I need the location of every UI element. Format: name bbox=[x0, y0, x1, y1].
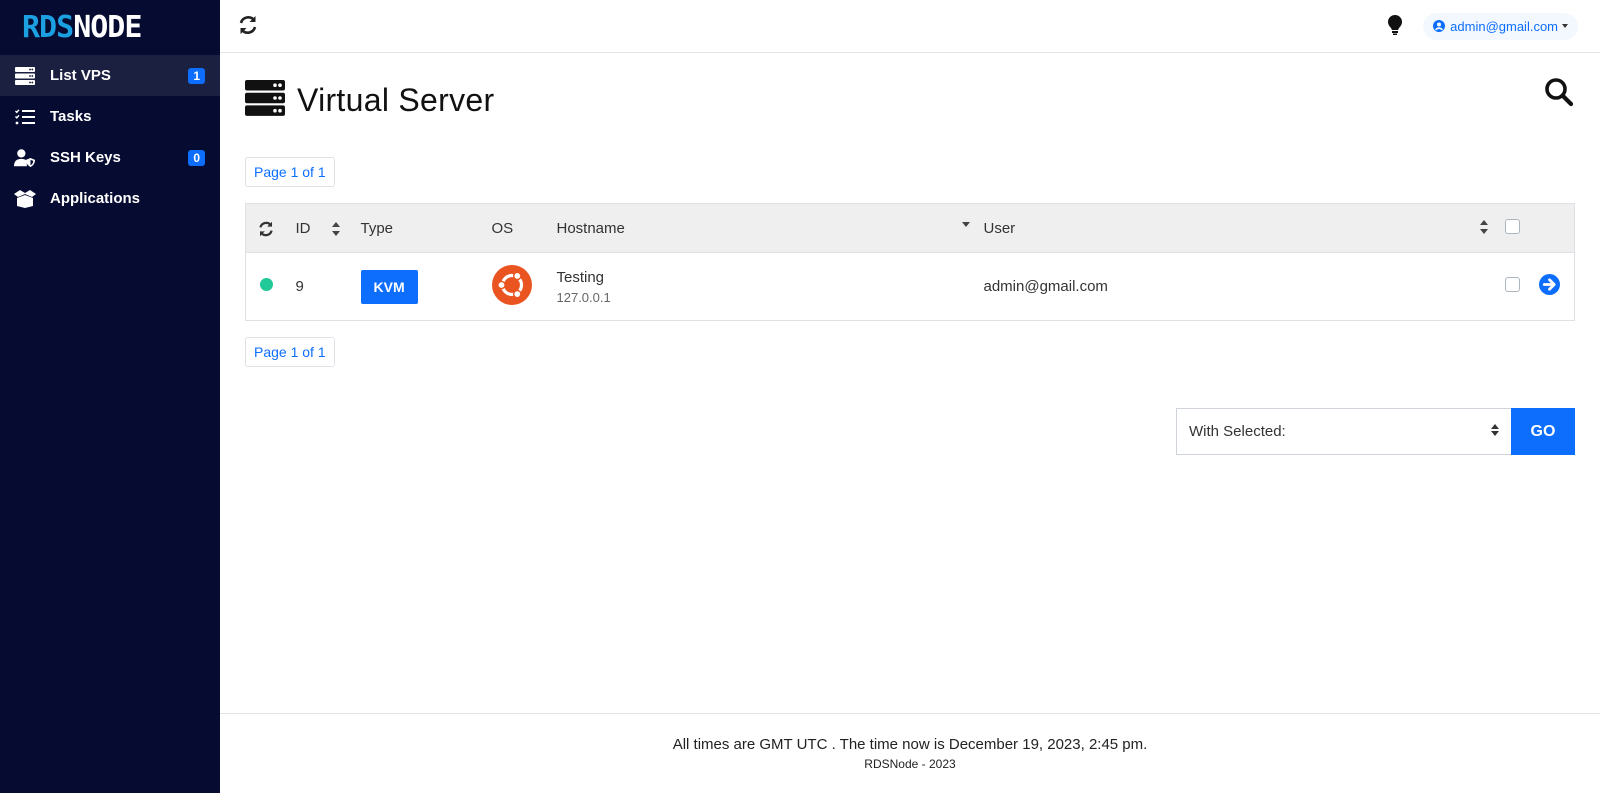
footer-time-notice: All times are GMT UTC . The time now is … bbox=[672, 736, 1148, 753]
logo-part-rds: RDS bbox=[22, 10, 74, 45]
select-arrows-icon bbox=[1491, 423, 1499, 440]
user-email: admin@gmail.com bbox=[1450, 18, 1558, 34]
user-shield-icon bbox=[14, 147, 36, 169]
ssh-keys-count-badge: 0 bbox=[188, 149, 205, 166]
pagination-bottom[interactable]: Page 1 of 1 bbox=[245, 337, 335, 367]
sidebar-item-label: List VPS bbox=[50, 67, 111, 84]
refresh-icon[interactable] bbox=[238, 15, 260, 37]
logo-part-node: NODE bbox=[73, 10, 142, 45]
sidebar-item-label: SSH Keys bbox=[50, 149, 121, 166]
footer-copyright: RDSNode - 2023 bbox=[864, 757, 956, 771]
bulk-action-form: With Selected: GO bbox=[1176, 408, 1575, 455]
vps-count-badge: 1 bbox=[188, 67, 205, 84]
refresh-icon[interactable] bbox=[258, 221, 274, 237]
user-cell: admin@gmail.com bbox=[983, 278, 1108, 295]
sidebar-item-list-vps[interactable]: List VPS 1 bbox=[0, 55, 220, 96]
column-header-type: Type bbox=[360, 203, 492, 253]
column-header-label: OS bbox=[491, 219, 514, 237]
hostname[interactable]: Testing bbox=[557, 269, 984, 286]
select-cell bbox=[1493, 253, 1539, 321]
main-content: Virtual Server Page 1 of 1 ID Type OS Ho… bbox=[245, 53, 1600, 455]
column-header-label: Type bbox=[360, 219, 394, 237]
column-header-label: User bbox=[983, 219, 1016, 237]
footer: All times are GMT UTC . The time now is … bbox=[220, 713, 1600, 793]
column-header-os: OS bbox=[491, 203, 557, 253]
sort-desc-icon[interactable] bbox=[961, 221, 970, 227]
sidebar: RDS NODE List VPS 1 Tasks SSH Keys 0 Appl… bbox=[0, 0, 220, 793]
row-checkbox[interactable] bbox=[1504, 277, 1520, 292]
status-cell bbox=[246, 253, 296, 321]
column-header-hostname[interactable]: Hostname bbox=[556, 203, 984, 253]
sort-icon[interactable] bbox=[331, 221, 341, 236]
table-header-row: ID Type OS Hostname User bbox=[245, 203, 1575, 253]
caret-down-icon bbox=[1562, 24, 1568, 28]
column-header-label: ID bbox=[295, 219, 311, 237]
os-cell bbox=[491, 253, 557, 321]
column-header-user[interactable]: User bbox=[983, 203, 1493, 253]
sidebar-item-ssh-keys[interactable]: SSH Keys 0 bbox=[0, 137, 220, 178]
vps-table: ID Type OS Hostname User 9 KVM Testing 1… bbox=[245, 203, 1575, 321]
lightbulb-icon[interactable] bbox=[1387, 15, 1407, 37]
hostname-cell: Testing 127.0.0.1 bbox=[557, 253, 984, 321]
sidebar-item-tasks[interactable]: Tasks bbox=[0, 96, 220, 137]
page-title: Virtual Server bbox=[297, 81, 495, 118]
logo[interactable]: RDS NODE bbox=[0, 0, 220, 55]
table-row[interactable]: 9 KVM Testing 127.0.0.1 admin@gmail.com bbox=[246, 253, 1575, 321]
type-badge: KVM bbox=[360, 269, 418, 304]
ip-address: 127.0.0.1 bbox=[556, 289, 611, 305]
pagination-top[interactable]: Page 1 of 1 bbox=[245, 157, 335, 187]
arrow-right-circle-icon[interactable] bbox=[1538, 274, 1560, 299]
go-button[interactable]: GO bbox=[1511, 408, 1575, 455]
sort-icon[interactable] bbox=[1479, 219, 1489, 234]
box-open-icon bbox=[14, 188, 36, 210]
task-list-icon bbox=[14, 106, 36, 128]
server-icon bbox=[14, 65, 36, 87]
topbar: admin@gmail.com bbox=[220, 0, 1600, 53]
id-cell: 9 bbox=[295, 278, 304, 295]
select-value: With Selected: bbox=[1189, 423, 1286, 440]
sidebar-item-label: Tasks bbox=[50, 108, 92, 125]
sidebar-item-label: Applications bbox=[50, 190, 141, 207]
status-online-indicator bbox=[260, 278, 273, 291]
action-cell bbox=[1538, 253, 1575, 321]
sidebar-item-applications[interactable]: Applications bbox=[0, 178, 220, 219]
type-cell: KVM bbox=[360, 253, 492, 321]
select-all-checkbox[interactable] bbox=[1504, 218, 1520, 234]
server-icon bbox=[245, 79, 285, 121]
with-selected-select[interactable]: With Selected: bbox=[1176, 408, 1511, 455]
page-header: Virtual Server bbox=[245, 53, 1600, 147]
search-icon[interactable] bbox=[1544, 77, 1576, 109]
user-menu-dropdown[interactable]: admin@gmail.com bbox=[1423, 12, 1578, 40]
column-header-id[interactable]: ID bbox=[295, 203, 361, 253]
user-circle-icon bbox=[1433, 20, 1446, 32]
actions-header bbox=[1538, 203, 1575, 253]
ubuntu-icon bbox=[491, 264, 532, 309]
column-header-label: Hostname bbox=[556, 219, 625, 237]
select-all-header bbox=[1492, 203, 1539, 253]
refresh-column-header[interactable] bbox=[245, 203, 296, 253]
